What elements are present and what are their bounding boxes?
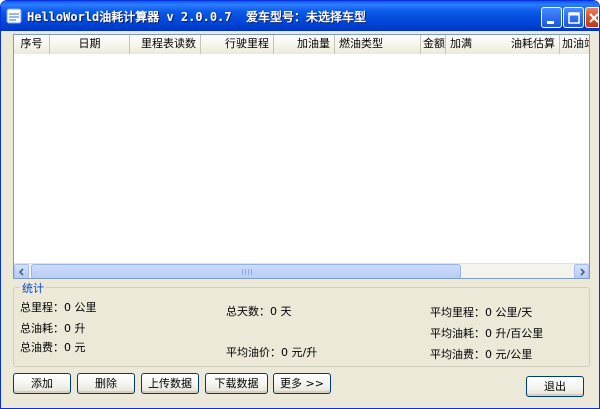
total-days: 总天数：0 天 [226, 305, 292, 318]
window-title: HelloWorld油耗计算器 v 2.0.0.7 爱车型号：未选择车型 [27, 10, 366, 24]
grip-line [251, 269, 252, 275]
average-cost: 平均油费：0 元/公里 [430, 348, 533, 361]
grip-line [245, 269, 246, 275]
column-header-consumption[interactable]: 油耗估算 [478, 35, 560, 54]
scroll-left-button[interactable] [14, 264, 29, 278]
exit-button[interactable]: 退出 [526, 376, 584, 397]
scroll-right-button[interactable] [574, 264, 589, 278]
horizontal-scrollbar[interactable] [14, 263, 589, 278]
main-window: HelloWorld油耗计算器 v 2.0.0.7 爱车型号：未选择车型 序号 … [0, 0, 600, 409]
scrollbar-thumb[interactable] [31, 264, 461, 278]
average-mileage: 平均里程：0 公里/天 [430, 306, 533, 319]
app-icon [6, 8, 22, 24]
minimize-button[interactable] [541, 7, 562, 28]
close-icon [589, 13, 599, 23]
maximize-button[interactable] [563, 7, 584, 28]
column-header-fuel-type[interactable]: 燃油类型 [335, 35, 421, 54]
chevron-right-icon [580, 268, 586, 276]
column-header-index[interactable]: 序号 [14, 35, 50, 54]
upload-data-button[interactable]: 上传数据 [141, 373, 199, 394]
grip-line [242, 269, 243, 275]
records-table[interactable]: 序号 日期 里程表读数 行驶里程 加油量 燃油类型 金额 加满 油耗估算 加油站 [13, 34, 590, 279]
chevron-left-icon [18, 268, 24, 276]
title-bar[interactable]: HelloWorld油耗计算器 v 2.0.0.7 爱车型号：未选择车型 [1, 1, 599, 31]
total-fuel: 总油耗：0 升 [20, 322, 86, 335]
total-cost: 总油费：0 元 [20, 341, 86, 354]
maximize-icon [568, 12, 580, 24]
table-header: 序号 日期 里程表读数 行驶里程 加油量 燃油类型 金额 加满 油耗估算 加油站 [14, 35, 589, 54]
delete-button[interactable]: 删除 [77, 373, 135, 394]
download-data-button[interactable]: 下载数据 [205, 373, 268, 394]
column-header-odometer[interactable]: 里程表读数 [130, 35, 201, 54]
average-fuel-consumption: 平均油耗：0 升/百公里 [430, 327, 544, 340]
minimize-icon [547, 21, 554, 24]
column-header-amount[interactable]: 金额 [421, 35, 446, 54]
grip-line [248, 269, 249, 275]
total-mileage: 总里程：0 公里 [20, 301, 97, 314]
add-button[interactable]: 添加 [13, 373, 71, 394]
stats-title: 统计 [20, 280, 46, 296]
stats-group: 统计 总里程：0 公里 总天数：0 天 平均里程：0 公里/天 总油耗：0 升 … [13, 280, 590, 367]
average-fuel-price: 平均油价：0 元/升 [226, 346, 318, 359]
column-header-date[interactable]: 日期 [50, 35, 130, 54]
close-button[interactable] [585, 7, 599, 28]
column-header-fuel-amount[interactable]: 加油量 [274, 35, 335, 54]
more-button[interactable]: 更多 >> [273, 373, 331, 394]
column-header-distance[interactable]: 行驶里程 [201, 35, 274, 54]
column-header-station[interactable]: 加油站 [560, 35, 589, 54]
